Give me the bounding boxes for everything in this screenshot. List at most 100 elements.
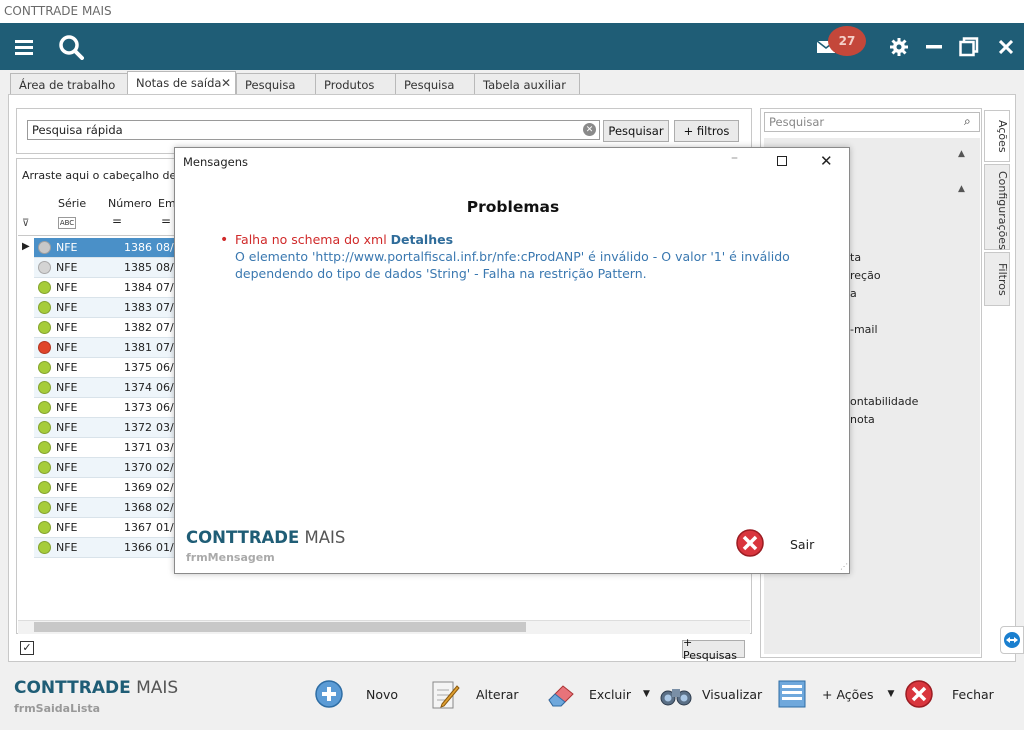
menu-icon[interactable] (12, 23, 36, 70)
text-filter-icon[interactable]: ABC (58, 217, 76, 229)
cell-numero: 1385 (124, 261, 152, 274)
scrollbar-thumb[interactable] (34, 622, 526, 632)
error-message-line-2: dependendo do tipo de dados 'String' - F… (235, 266, 647, 281)
column-header-emissao[interactable]: Emissão (158, 197, 174, 210)
delete-button[interactable]: Excluir ▼ (545, 676, 650, 712)
filter-row-icon[interactable]: ⊽ (22, 218, 29, 229)
cell-numero: 1386 (124, 241, 152, 254)
side-search-input[interactable]: Pesquisar (764, 112, 980, 132)
new-button[interactable]: Novo (314, 676, 398, 712)
cell-numero: 1374 (124, 381, 152, 394)
table-row[interactable]: NFE 1375 06/ (34, 358, 174, 378)
edit-button[interactable]: Alterar (430, 676, 519, 712)
notification-badge[interactable]: 27 (828, 26, 866, 56)
quick-search-input[interactable]: Pesquisa rápida (27, 120, 600, 140)
cell-emissao: 03/ (156, 441, 174, 454)
table-row[interactable]: NFE 1371 03/ (34, 438, 174, 458)
table-row[interactable]: NFE 1373 06/ (34, 398, 174, 418)
exit-button[interactable]: Sair (790, 537, 814, 552)
table-row[interactable]: NFE 1385 08/ (34, 258, 174, 278)
status-icon (38, 381, 51, 394)
cell-serie: NFE (56, 521, 78, 534)
table-row[interactable]: NFE 1382 07/ (34, 318, 174, 338)
tab-filtros[interactable]: Filtros (984, 252, 1010, 306)
action-item[interactable]: -mail (850, 323, 878, 336)
exit-icon[interactable] (735, 528, 765, 561)
side-search-icon[interactable]: ⌕ (964, 114, 971, 129)
collapse-up-icon[interactable]: ▲ (958, 149, 965, 159)
cell-emissao: 06/ (156, 401, 174, 414)
collapse-up-icon-2[interactable]: ▲ (958, 184, 965, 194)
cell-emissao: 07/ (156, 321, 174, 334)
cell-serie: NFE (56, 341, 78, 354)
eraser-icon (548, 685, 574, 707)
tab-produtos[interactable]: Produtos (315, 73, 396, 95)
cell-numero: 1381 (124, 341, 152, 354)
tab-notas-de-saida[interactable]: Notas de saída ✕ (127, 71, 236, 96)
numero-filter-operator[interactable]: = (112, 214, 122, 228)
plus-circle-icon (315, 680, 343, 708)
tab-acoes[interactable]: Ações (984, 110, 1010, 162)
tab-configuracoes[interactable]: Configurações (984, 164, 1010, 250)
action-item[interactable]: ta (850, 251, 861, 264)
table-row[interactable]: NFE 1374 06/ (34, 378, 174, 398)
delete-label: Excluir (589, 686, 631, 702)
tab-tabela-auxiliar[interactable]: Tabela auxiliar (474, 73, 580, 95)
bullet: • (220, 232, 229, 248)
more-searches-button[interactable]: + Pesquisas (682, 636, 745, 662)
dialog-close-icon[interactable]: ✕ (820, 152, 833, 170)
cell-emissao: 06/ (156, 361, 174, 374)
cell-emissao: 02/ (156, 501, 174, 514)
action-item[interactable]: nota (850, 413, 875, 426)
action-item[interactable]: a (850, 287, 857, 300)
remote-support-icon[interactable] (1000, 626, 1024, 654)
table-row[interactable]: NFE 1372 03/ (34, 418, 174, 438)
status-icon (38, 321, 51, 334)
more-actions-button[interactable]: + Ações ▼ (778, 676, 894, 712)
search-button[interactable]: Pesquisar (603, 120, 669, 142)
cell-serie: NFE (56, 321, 78, 334)
details-link[interactable]: Detalhes (391, 232, 453, 247)
gear-icon[interactable] (888, 23, 910, 70)
table-row[interactable]: NFE 1369 02/ (34, 478, 174, 498)
clear-search-icon[interactable]: ✕ (583, 123, 596, 136)
restore-icon[interactable] (958, 23, 980, 70)
table-row[interactable]: NFE 1367 01/ (34, 518, 174, 538)
dialog-minimize-icon[interactable]: – (731, 150, 738, 166)
tab-area-de-trabalho[interactable]: Área de trabalho (10, 73, 128, 95)
column-header-serie[interactable]: Série (58, 197, 86, 210)
emissao-filter-operator[interactable]: = (161, 214, 171, 228)
filters-button[interactable]: + filtros (674, 120, 739, 142)
table-row[interactable]: NFE 1381 07/ (34, 338, 174, 358)
close-icon[interactable] (996, 23, 1016, 70)
dialog-maximize-icon[interactable] (777, 156, 787, 166)
table-row[interactable]: NFE 1384 07/ (34, 278, 174, 298)
resize-grip-icon[interactable]: ⋰ (840, 562, 848, 571)
close-screen-button[interactable]: Fechar (904, 676, 994, 712)
messages-dialog: Mensagens – ✕ Problemas • Falha no schem… (174, 147, 850, 574)
table-row[interactable]: NFE 1383 07/ (34, 298, 174, 318)
cell-serie: NFE (56, 281, 78, 294)
cell-emissao: 02/ (156, 481, 174, 494)
new-label: Novo (366, 686, 399, 702)
tab-pesquisa-2[interactable]: Pesquisa (395, 73, 475, 95)
cell-emissao: 03/ (156, 421, 174, 434)
table-row[interactable]: NFE 1386 08/ (34, 238, 174, 258)
view-button[interactable]: Visualizar (660, 676, 762, 712)
tab-pesquisa[interactable]: Pesquisa (236, 73, 316, 95)
select-all-checkbox[interactable]: ✓ (20, 641, 34, 655)
cell-serie: NFE (56, 481, 78, 494)
table-row[interactable]: NFE 1370 02/ (34, 458, 174, 478)
search-icon[interactable] (56, 23, 86, 70)
footer-brand: CONTTRADE MAIS (14, 678, 179, 698)
minimize-icon[interactable] (924, 23, 944, 70)
chevron-down-icon[interactable]: ▼ (888, 689, 895, 699)
action-item[interactable]: ontabilidade (850, 395, 918, 408)
tab-close-icon[interactable]: ✕ (221, 76, 231, 90)
status-icon (38, 421, 51, 434)
table-row[interactable]: NFE 1368 02/ (34, 498, 174, 518)
chevron-down-icon[interactable]: ▼ (643, 689, 650, 699)
table-row[interactable]: NFE 1366 01/ (34, 538, 174, 558)
column-header-numero[interactable]: Número (108, 197, 152, 210)
action-item[interactable]: reção (850, 269, 881, 282)
